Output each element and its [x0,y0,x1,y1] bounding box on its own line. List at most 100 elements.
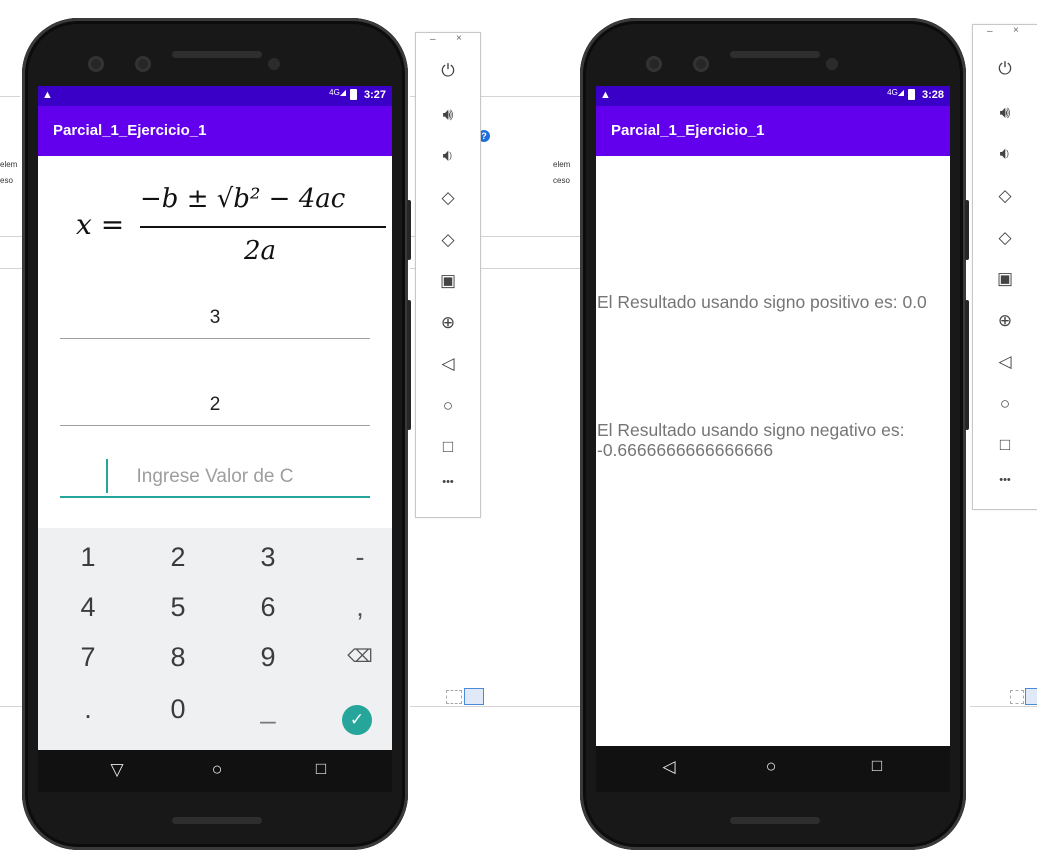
input-c-underline [60,496,370,498]
bg-text-fragment: elem [0,160,18,169]
status-time: 3:28 [921,89,944,101]
volume-down-icon[interactable]: 🔉︎ [416,146,480,166]
overview-icon[interactable]: □ [973,435,1037,455]
status-bar: ▲ 4G◢ 3:28 [596,86,950,106]
side-button [407,300,411,430]
rotate-left-icon[interactable]: ◇ [973,186,1037,206]
bg-divider [410,706,570,707]
status-bar: ▲ 4G◢ 3:27 [38,86,392,106]
zoom-icon[interactable]: ⊕ [416,313,480,333]
more-icon[interactable]: ••• [416,476,480,488]
backspace-icon[interactable]: ⌫ [330,646,390,667]
key-0[interactable]: 0 [148,694,208,725]
input-b-value[interactable]: 2 [60,394,370,416]
bg-divider [970,706,1037,707]
key-5[interactable]: 5 [148,592,208,623]
warning-icon: ▲ [42,89,53,101]
nav-bar: ▽ ○ □ [38,750,392,792]
device-screen: ▲ 4G◢ 3:27 Parcial_1_Ejercicio_1 x = −b … [38,86,392,792]
close-button[interactable]: × [1013,25,1019,36]
side-button [965,300,969,430]
home-icon[interactable]: ○ [416,396,480,416]
side-button [407,200,411,260]
front-camera [646,56,662,72]
input-a-underline [60,338,370,339]
back-icon[interactable]: ◁ [973,352,1037,372]
side-button [965,200,969,260]
key-minus[interactable]: - [330,542,390,573]
bg-divider [0,96,20,97]
bottom-speaker [730,817,820,824]
view-toggle-icons[interactable] [446,686,488,706]
key-2[interactable]: 2 [148,542,208,573]
status-time: 3:27 [363,89,386,101]
emulator-toolbar: – × ⏻ 🔊︎ 🔉︎ ◇ ◇ ▣ ⊕ ◁ ○ □ ••• [415,32,481,518]
recents-nav-icon[interactable]: □ [862,756,892,776]
back-nav-icon[interactable]: ◁ [654,757,684,777]
key-3[interactable]: 3 [238,542,298,573]
camera-icon[interactable]: ▣ [416,271,480,291]
rotate-right-icon[interactable]: ◇ [416,230,480,250]
app-title: Parcial_1_Ejercicio_1 [611,122,765,139]
home-icon[interactable]: ○ [973,394,1037,414]
key-4[interactable]: 4 [58,592,118,623]
key-comma[interactable]: , [330,592,390,623]
home-nav-icon[interactable]: ○ [202,759,232,780]
overview-icon[interactable]: □ [416,437,480,457]
signal-icon: 4G◢ [887,88,904,97]
recents-nav-icon[interactable]: □ [306,759,336,779]
front-camera [693,56,709,72]
input-c-placeholder[interactable]: Ingrese Valor de C [60,466,370,488]
app-bar: Parcial_1_Ejercicio_1 [596,106,950,156]
key-period[interactable]: . [58,694,118,725]
detail-view-icon[interactable] [464,688,484,705]
numeric-keypad: 1 2 3 - 4 5 6 , 7 8 9 ⌫ . 0 _ ✓ [38,528,392,750]
rotate-left-icon[interactable]: ◇ [416,188,480,208]
device-screen: ▲ 4G◢ 3:28 Parcial_1_Ejercicio_1 El Resu… [596,86,950,792]
power-icon[interactable]: ⏻ [416,61,480,81]
sensor [826,58,838,70]
warning-icon: ▲ [600,89,611,101]
volume-up-icon[interactable]: 🔊︎ [416,105,480,125]
result-positive-text: El Resultado usando signo positivo es: 0… [597,292,927,312]
view-toggle-icons[interactable] [1010,686,1037,706]
nav-bar: ◁ ○ □ [596,746,950,792]
battery-icon [908,89,915,100]
back-nav-icon[interactable]: ▽ [102,760,132,780]
camera-icon[interactable]: ▣ [973,269,1037,289]
minimize-button[interactable]: – [987,26,993,37]
zoom-icon[interactable]: ⊕ [973,311,1037,331]
input-a-value[interactable]: 3 [60,307,370,329]
key-9[interactable]: 9 [238,642,298,673]
list-view-icon[interactable] [1010,690,1024,704]
key-7[interactable]: 7 [58,642,118,673]
quadratic-formula-image: x = −b ± √b² − 4ac 2a [38,166,392,276]
front-camera [88,56,104,72]
input-b-underline [60,425,370,426]
check-icon[interactable]: ✓ [342,705,372,735]
minimize-button[interactable]: – [430,34,436,45]
volume-down-icon[interactable]: 🔉︎ [973,144,1037,164]
formula-denominator: 2a [244,236,277,266]
emulator-toolbar: – × ⏻ 🔊︎ 🔉︎ ◇ ◇ ▣ ⊕ ◁ ○ □ ••• [972,24,1037,510]
power-icon[interactable]: ⏻ [973,59,1037,79]
detail-view-icon[interactable] [1025,688,1037,705]
result-negative-text: El Resultado usando signo negativo es: -… [597,420,905,460]
rotate-right-icon[interactable]: ◇ [973,228,1037,248]
app-bar: Parcial_1_Ejercicio_1 [38,106,392,156]
sensor [268,58,280,70]
close-button[interactable]: × [456,33,462,44]
key-space[interactable]: _ [238,694,298,725]
key-6[interactable]: 6 [238,592,298,623]
earpiece-speaker [172,51,262,58]
more-icon[interactable]: ••• [973,474,1037,486]
home-nav-icon[interactable]: ○ [756,756,786,777]
front-camera [135,56,151,72]
list-view-icon[interactable] [446,690,462,704]
app-title: Parcial_1_Ejercicio_1 [53,122,207,139]
volume-up-icon[interactable]: 🔊︎ [973,103,1037,123]
key-1[interactable]: 1 [58,542,118,573]
key-8[interactable]: 8 [148,642,208,673]
back-icon[interactable]: ◁ [416,354,480,374]
formula-numerator: −b ± √b² − 4ac [140,184,346,214]
